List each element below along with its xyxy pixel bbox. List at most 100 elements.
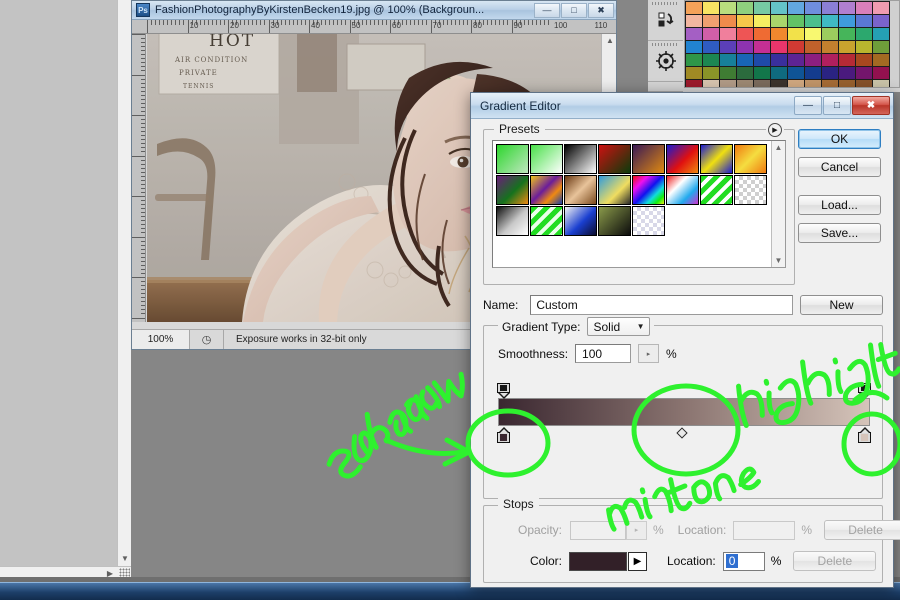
swatch[interactable] — [719, 1, 737, 15]
swatch[interactable] — [770, 79, 788, 89]
swatch[interactable] — [753, 27, 771, 41]
preset-orange-yellow-orange[interactable] — [734, 144, 767, 174]
left-panel-vertical-scrollbar[interactable]: ▼ — [117, 0, 131, 566]
swatch[interactable] — [855, 14, 873, 28]
preset-green-stripes[interactable] — [700, 175, 733, 205]
preset-blue-red-orange[interactable] — [666, 144, 699, 174]
swatch[interactable] — [685, 1, 703, 15]
swatch[interactable] — [685, 14, 703, 28]
history-actions-panel-button[interactable] — [648, 0, 683, 41]
smoothness-spin-button[interactable]: ▸ — [638, 344, 659, 363]
swatch[interactable] — [838, 53, 856, 67]
swatch[interactable] — [855, 79, 873, 89]
swatch[interactable] — [770, 53, 788, 67]
swatch[interactable] — [753, 14, 771, 28]
swatch[interactable] — [719, 66, 737, 80]
swatch[interactable] — [702, 14, 720, 28]
load-button[interactable]: Load... — [798, 195, 881, 215]
document-window-buttons[interactable]: — □ ✖ — [534, 3, 614, 18]
name-input[interactable]: Custom — [530, 295, 793, 315]
zoom-level[interactable]: 100% — [132, 330, 190, 349]
gradient-bar[interactable] — [498, 398, 870, 426]
presets-scrollbar[interactable]: ▲ ▼ — [771, 141, 785, 267]
preset-green-white-stripes[interactable] — [530, 206, 563, 236]
color-dropdown-arrow-icon[interactable]: ▶ — [628, 552, 647, 571]
swatch[interactable] — [872, 79, 890, 89]
swatch[interactable] — [855, 53, 873, 67]
preset-transparent-rainbow[interactable] — [666, 175, 699, 205]
swatch[interactable] — [838, 14, 856, 28]
document-titlebar[interactable]: Ps FashionPhotographyByKirstenBecken19.j… — [132, 1, 616, 20]
gradient-editor-window-buttons[interactable]: — □ ✖ — [793, 96, 890, 116]
swatch[interactable] — [753, 53, 771, 67]
close-button[interactable]: ✖ — [852, 96, 890, 115]
color-swatch-button[interactable] — [569, 552, 627, 571]
canvas-scroll-up-icon[interactable]: ▲ — [606, 37, 614, 45]
swatch[interactable] — [736, 14, 754, 28]
swatch[interactable] — [736, 27, 754, 41]
swatch[interactable] — [872, 27, 890, 41]
extra-panel-button[interactable] — [648, 82, 683, 92]
swatch[interactable] — [736, 79, 754, 89]
swatch[interactable] — [838, 66, 856, 80]
swatch[interactable] — [770, 66, 788, 80]
swatch[interactable] — [804, 79, 822, 89]
swatch[interactable] — [787, 66, 805, 80]
swatch[interactable] — [702, 40, 720, 54]
swatch[interactable] — [719, 79, 737, 89]
swatch[interactable] — [855, 27, 873, 41]
swatch[interactable] — [821, 1, 839, 15]
presets-options-button[interactable]: ▶ — [766, 121, 784, 139]
color-stop-shadow[interactable] — [497, 427, 510, 443]
smoothness-input[interactable]: 100 — [575, 344, 631, 363]
swatch[interactable] — [872, 14, 890, 28]
swatch[interactable] — [685, 79, 703, 89]
preset-purple-orange[interactable] — [632, 144, 665, 174]
minimize-button[interactable]: — — [794, 96, 822, 115]
swatch[interactable] — [787, 14, 805, 28]
swatch[interactable] — [753, 79, 771, 89]
preset-transparent-stripes[interactable] — [734, 175, 767, 205]
preset-black-white[interactable] — [564, 144, 597, 174]
swatch[interactable] — [770, 40, 788, 54]
swatch[interactable] — [821, 79, 839, 89]
swatch[interactable] — [719, 40, 737, 54]
swatch[interactable] — [787, 1, 805, 15]
swatch[interactable] — [685, 27, 703, 41]
swatch[interactable] — [821, 53, 839, 67]
swatch[interactable] — [770, 27, 788, 41]
swatch[interactable] — [685, 40, 703, 54]
preset-blue-yellow-dark[interactable] — [598, 175, 631, 205]
preset-yellow-violet-orange-blue[interactable] — [530, 175, 563, 205]
swatch[interactable] — [821, 14, 839, 28]
swatch[interactable] — [702, 53, 720, 67]
swatch[interactable] — [719, 27, 737, 41]
maximize-button[interactable]: □ — [823, 96, 851, 115]
swatch[interactable] — [770, 14, 788, 28]
swatch[interactable] — [838, 1, 856, 15]
preset-white-blue-dark[interactable] — [564, 206, 597, 236]
swatch[interactable] — [685, 53, 703, 67]
presets-list[interactable]: ▲ ▼ — [492, 140, 786, 268]
navigator-panel-button[interactable] — [648, 41, 683, 82]
presets-scroll-down-icon[interactable]: ▼ — [775, 256, 783, 265]
color-location-input[interactable]: 0 — [723, 552, 765, 571]
preset-violet-green-orange[interactable] — [496, 175, 529, 205]
presets-grid[interactable] — [493, 141, 773, 237]
swatch[interactable] — [702, 79, 720, 89]
swatch[interactable] — [804, 53, 822, 67]
horizontal-ruler[interactable]: 102030405060708090100110120 — [132, 20, 616, 34]
swatch[interactable] — [719, 14, 737, 28]
swatch[interactable] — [770, 1, 788, 15]
swatch[interactable] — [821, 66, 839, 80]
swatch[interactable] — [753, 40, 771, 54]
swatch[interactable] — [855, 66, 873, 80]
vertical-ruler[interactable] — [132, 34, 146, 322]
cancel-button[interactable]: Cancel — [798, 157, 881, 177]
document-close-button[interactable]: ✖ — [588, 3, 614, 18]
gradient-type-select[interactable]: Solid ▼ — [587, 317, 650, 336]
swatch[interactable] — [736, 1, 754, 15]
preset-green-transparent[interactable] — [530, 144, 563, 174]
save-button[interactable]: Save... — [798, 223, 881, 243]
swatch[interactable] — [702, 27, 720, 41]
